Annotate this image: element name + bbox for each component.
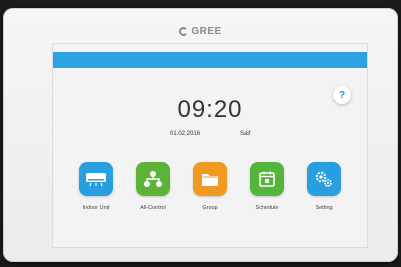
- menu-item-setting[interactable]: Setting: [303, 162, 345, 211]
- folder-icon: [193, 162, 227, 196]
- menu-item-label: Group: [202, 205, 218, 211]
- gree-logo-icon: [179, 27, 189, 36]
- menu-item-label: All-Control: [140, 205, 166, 211]
- calendar-icon: [250, 162, 284, 196]
- status-bar: [53, 52, 367, 68]
- all-control-icon: [136, 162, 170, 196]
- brand-logo: GREE: [3, 26, 398, 37]
- indoor-unit-icon: [79, 162, 113, 196]
- touch-screen: ? 09:20 01.02.2016 Saif Indoor Unit All-…: [52, 43, 368, 248]
- clock-date: 01.02.2016: [170, 131, 201, 137]
- date-row: 01.02.2016 Saif: [170, 131, 250, 137]
- menu-item-label: Indoor Unit: [82, 205, 110, 211]
- clock-time: 09:20: [177, 96, 243, 123]
- menu-item-label: Setting: [315, 205, 333, 211]
- menu-item-all-control[interactable]: All-Control: [132, 162, 174, 211]
- main-menu: Indoor Unit All-Control Group Schedule S…: [53, 162, 367, 211]
- menu-item-schedule[interactable]: Schedule: [246, 162, 288, 211]
- controller-device: GREE ? 09:20 01.02.2016 Saif Indoor Unit: [3, 8, 398, 262]
- clock-day: Saif: [240, 131, 251, 137]
- menu-item-group[interactable]: Group: [189, 162, 231, 211]
- menu-item-indoor-unit[interactable]: Indoor Unit: [75, 162, 117, 211]
- brand-name: GREE: [191, 26, 222, 37]
- gears-icon: [307, 162, 341, 196]
- menu-item-label: Schedule: [255, 205, 279, 211]
